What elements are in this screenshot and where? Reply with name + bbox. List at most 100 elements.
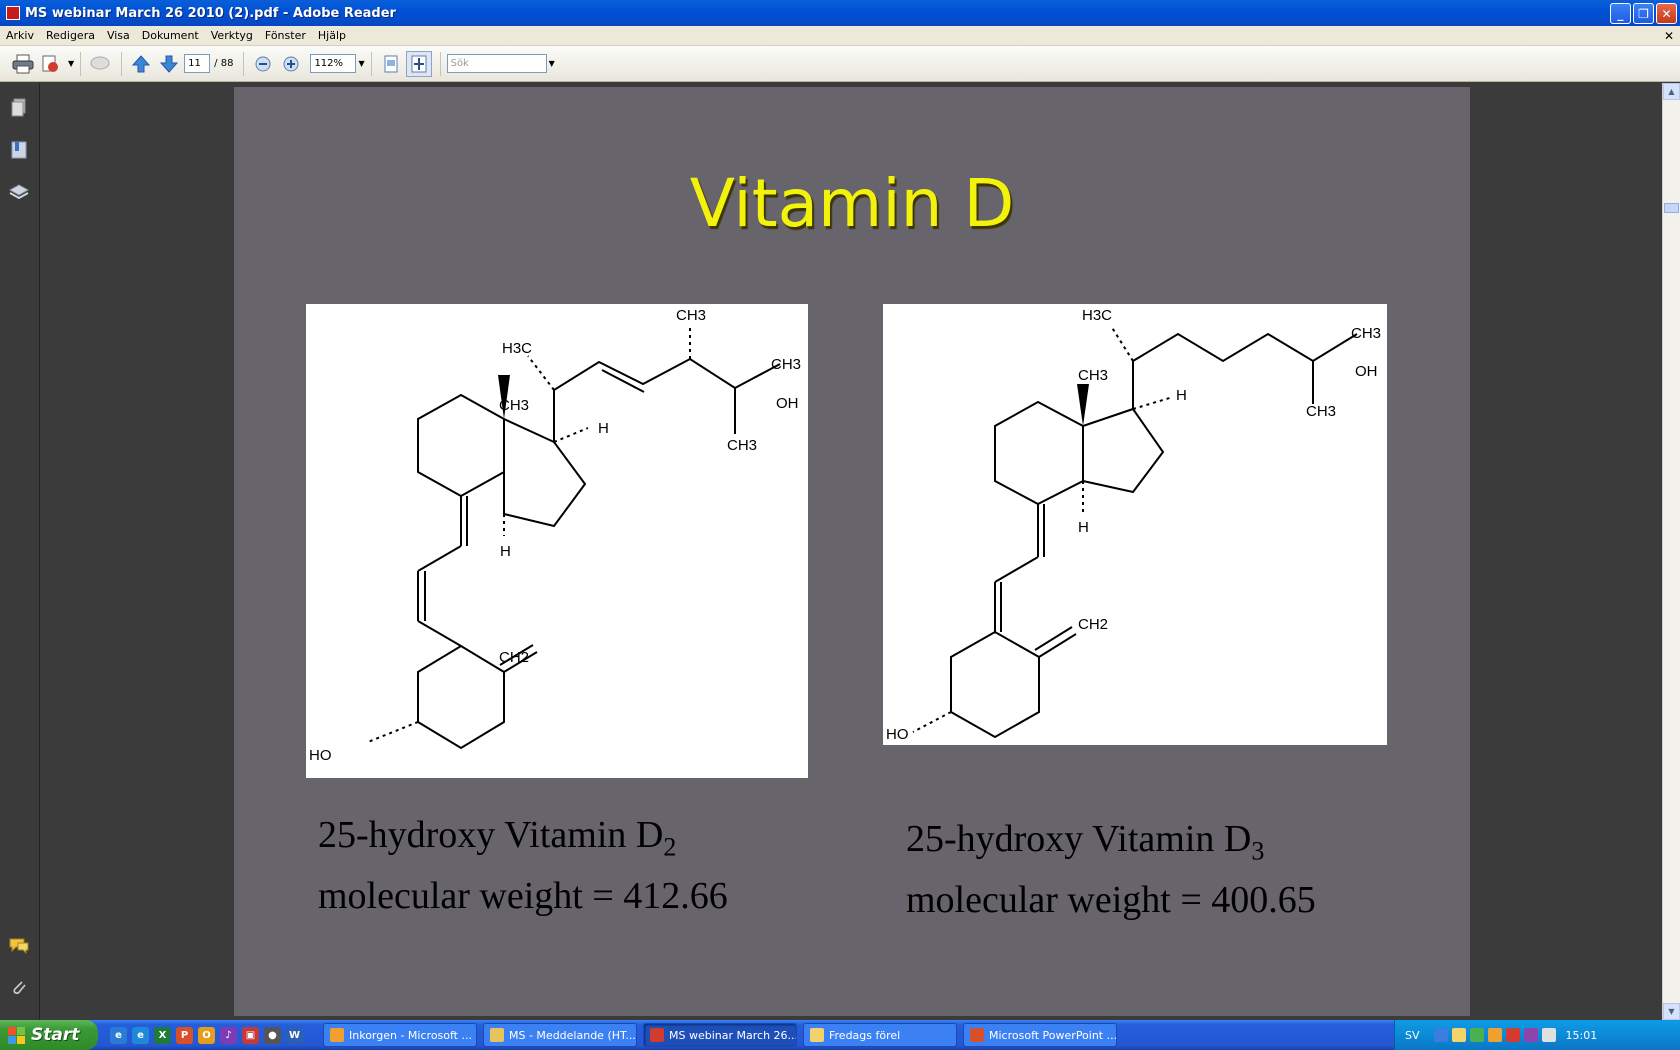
fit-page-icon[interactable] [378,51,404,77]
shield-icon[interactable] [1523,1028,1538,1042]
previous-page-icon[interactable] [128,51,154,77]
toolbar-separator [370,51,372,76]
restore-button[interactable]: ❐ [1633,3,1654,24]
navigation-panel [0,83,40,1020]
label-oh: OH [1355,363,1378,380]
adobe-tray-icon[interactable] [1505,1028,1520,1042]
title-bar: MS webinar March 26 2010 (2).pdf - Adobe… [0,0,1680,26]
molecule-d3: H3C CH3 OH CH3 CH3 H H CH2 HO [883,304,1387,745]
menu-fonster[interactable]: Fönster [259,29,312,42]
scroll-thumb[interactable] [1664,203,1679,213]
label-ch3-bottom: CH3 [727,437,757,454]
print-icon[interactable] [10,51,36,77]
window-controls: _ ❐ ✕ [1610,3,1677,24]
fit-width-icon[interactable] [405,50,432,77]
label-h-lower: H [500,543,511,560]
scroll-up-icon[interactable]: ▲ [1663,83,1680,100]
scroll-down-icon[interactable]: ▼ [1663,1003,1680,1020]
comment-icon[interactable] [87,51,113,77]
comments-icon[interactable] [8,935,30,957]
minimize-button[interactable]: _ [1610,3,1631,24]
menu-visa[interactable]: Visa [101,29,136,42]
share-icon[interactable] [38,51,64,77]
attachments-icon[interactable] [8,977,30,999]
zoom-field[interactable]: 112% [310,54,357,73]
outlook-icon [330,1028,344,1042]
search-dropdown-icon[interactable]: ▼ [549,59,555,68]
update-icon[interactable] [1469,1028,1484,1042]
caption-d2: 25-hydroxy Vitamin D2 molecular weight =… [318,811,728,920]
powerpoint-icon [970,1028,984,1042]
menu-redigera[interactable]: Redigera [40,29,101,42]
menu-verktyg[interactable]: Verktyg [205,29,259,42]
caption-d3-name: 25-hydroxy Vitamin D3 [906,818,1265,866]
toolbar: ▼ 11 / 88 112% ▼ Sök ▼ [0,46,1680,82]
vertical-scrollbar[interactable]: ▲ ▼ [1662,83,1680,1020]
ie-icon[interactable]: e [110,1026,127,1044]
label-h3c: H3C [502,340,532,357]
next-page-icon[interactable] [156,51,182,77]
document-area[interactable]: Vitamin D H3C CH3 CH3 OH CH3 CH3 H H CH2… [41,83,1662,1020]
app-icon[interactable]: ♪ [220,1026,237,1044]
label-ch3-bottom: CH3 [1306,403,1336,420]
caption-d2-name: 25-hydroxy Vitamin D2 [318,814,677,862]
label-h3c: H3C [1082,307,1112,324]
document-close-button[interactable]: ✕ [1664,29,1674,43]
language-indicator[interactable]: SV [1405,1029,1420,1042]
toolbar-separator [439,51,441,76]
start-label: Start [31,1025,80,1045]
menu-bar: Arkiv Redigera Visa Dokument Verktyg Fön… [0,26,1680,46]
network-icon[interactable] [1433,1028,1448,1042]
label-ch3-right: CH3 [771,356,801,373]
pages-icon[interactable] [8,97,30,119]
excel-icon[interactable]: X [154,1026,171,1044]
outlook-tray-icon[interactable] [1487,1028,1502,1042]
task-label: MS - Meddelande (HT... [509,1028,636,1042]
share-dropdown-icon[interactable]: ▼ [68,59,74,68]
clock[interactable]: 15:01 [1566,1029,1598,1042]
outlook-icon[interactable]: O [198,1026,215,1044]
pdf-page: Vitamin D H3C CH3 CH3 OH CH3 CH3 H H CH2… [234,87,1470,1016]
media-icon[interactable]: ● [264,1026,281,1044]
molecule-d2: H3C CH3 CH3 OH CH3 CH3 H H CH2 HO [306,304,808,778]
task-powerpoint[interactable]: Microsoft PowerPoint ... [963,1023,1117,1047]
volume-icon[interactable] [1541,1028,1556,1042]
caption-d2-weight: molecular weight = 412.66 [318,874,728,917]
zoom-dropdown-icon[interactable]: ▼ [358,59,364,68]
task-meddelande[interactable]: MS - Meddelande (HT... [483,1023,637,1047]
menu-hjalp[interactable]: Hjälp [312,29,352,42]
word-icon[interactable]: W [286,1026,303,1044]
molecule-d3-structure: H3C CH3 OH CH3 CH3 H H CH2 HO [886,307,1381,743]
adobe-reader-icon [6,6,20,20]
window-title: MS webinar March 26 2010 (2).pdf - Adobe… [25,5,396,21]
label-ch3-ring: CH3 [1078,367,1108,384]
task-label: Fredags förel [829,1028,901,1042]
close-button[interactable]: ✕ [1656,3,1677,24]
bookmarks-icon[interactable] [8,139,30,161]
page-number-field[interactable]: 11 [184,54,211,73]
label-ho: HO [886,726,909,743]
quick-launch: e e X P O ♪ ▣ ● W [110,1026,303,1044]
label-h-lower: H [1078,519,1089,536]
task-fredags-forel[interactable]: Fredags förel [803,1023,957,1047]
label-ch3-right: CH3 [1351,325,1381,342]
menu-arkiv[interactable]: Arkiv [0,29,40,42]
powerpoint-icon[interactable]: P [176,1026,193,1044]
task-label: Microsoft PowerPoint ... [989,1028,1117,1042]
zoom-out-icon[interactable] [250,51,276,77]
layers-icon[interactable] [8,181,30,203]
app-icon-2[interactable]: ▣ [242,1026,259,1044]
menu-dokument[interactable]: Dokument [136,29,205,42]
pdf-icon [650,1028,664,1042]
task-ms-webinar[interactable]: MS webinar March 26... [643,1023,797,1047]
caption-d3-weight: molecular weight = 400.65 [906,878,1316,921]
label-ch2: CH2 [1078,616,1108,633]
task-inkorgen[interactable]: Inkorgen - Microsoft ... [323,1023,477,1047]
browser-icon[interactable]: e [132,1026,149,1044]
label-oh: OH [776,395,799,412]
mail-tray-icon[interactable] [1451,1028,1466,1042]
zoom-in-icon[interactable] [278,51,304,77]
search-input[interactable]: Sök [446,54,547,73]
label-h-upper: H [1176,387,1187,404]
start-button[interactable]: Start [0,1020,98,1050]
